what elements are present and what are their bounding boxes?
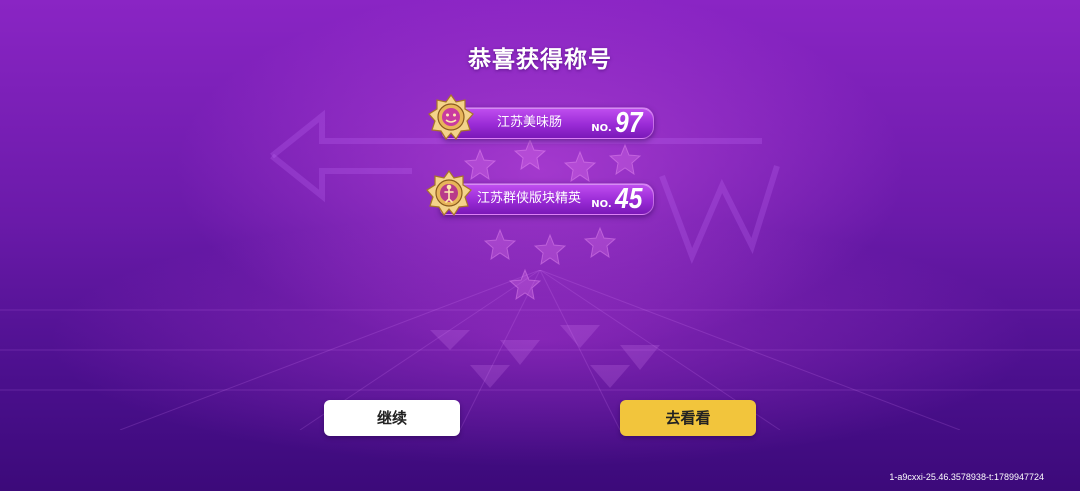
rank-display: NO. 97 [591, 104, 647, 140]
title-badge-row: 江苏美味肠 NO. 97 [428, 94, 654, 142]
title-badge-row: 江苏群侠版块精英 NO. 45 [426, 170, 654, 218]
page-title: 恭喜获得称号 [468, 47, 612, 73]
rank-number: 45 [614, 183, 643, 215]
view-button[interactable]: 去看看 [620, 400, 756, 436]
gold-medal-face-icon [428, 94, 474, 140]
stars-decoration [463, 140, 642, 300]
rank-display: NO. 45 [591, 180, 647, 216]
title-bar: 江苏群侠版块精英 NO. 45 [440, 183, 654, 215]
rank-prefix: NO. [591, 123, 612, 134]
rank-prefix: NO. [591, 199, 612, 210]
build-id-text: 1-a9cxxi-25.46.3578938-t:1789947724 [889, 472, 1044, 482]
title-name: 江苏群侠版块精英 [477, 191, 582, 206]
floor-grid-decoration [0, 270, 1080, 430]
rank-number: 97 [614, 107, 643, 139]
continue-button[interactable]: 继续 [324, 400, 460, 436]
gold-medal-figure-icon [426, 170, 472, 216]
title-name: 江苏美味肠 [497, 115, 563, 130]
